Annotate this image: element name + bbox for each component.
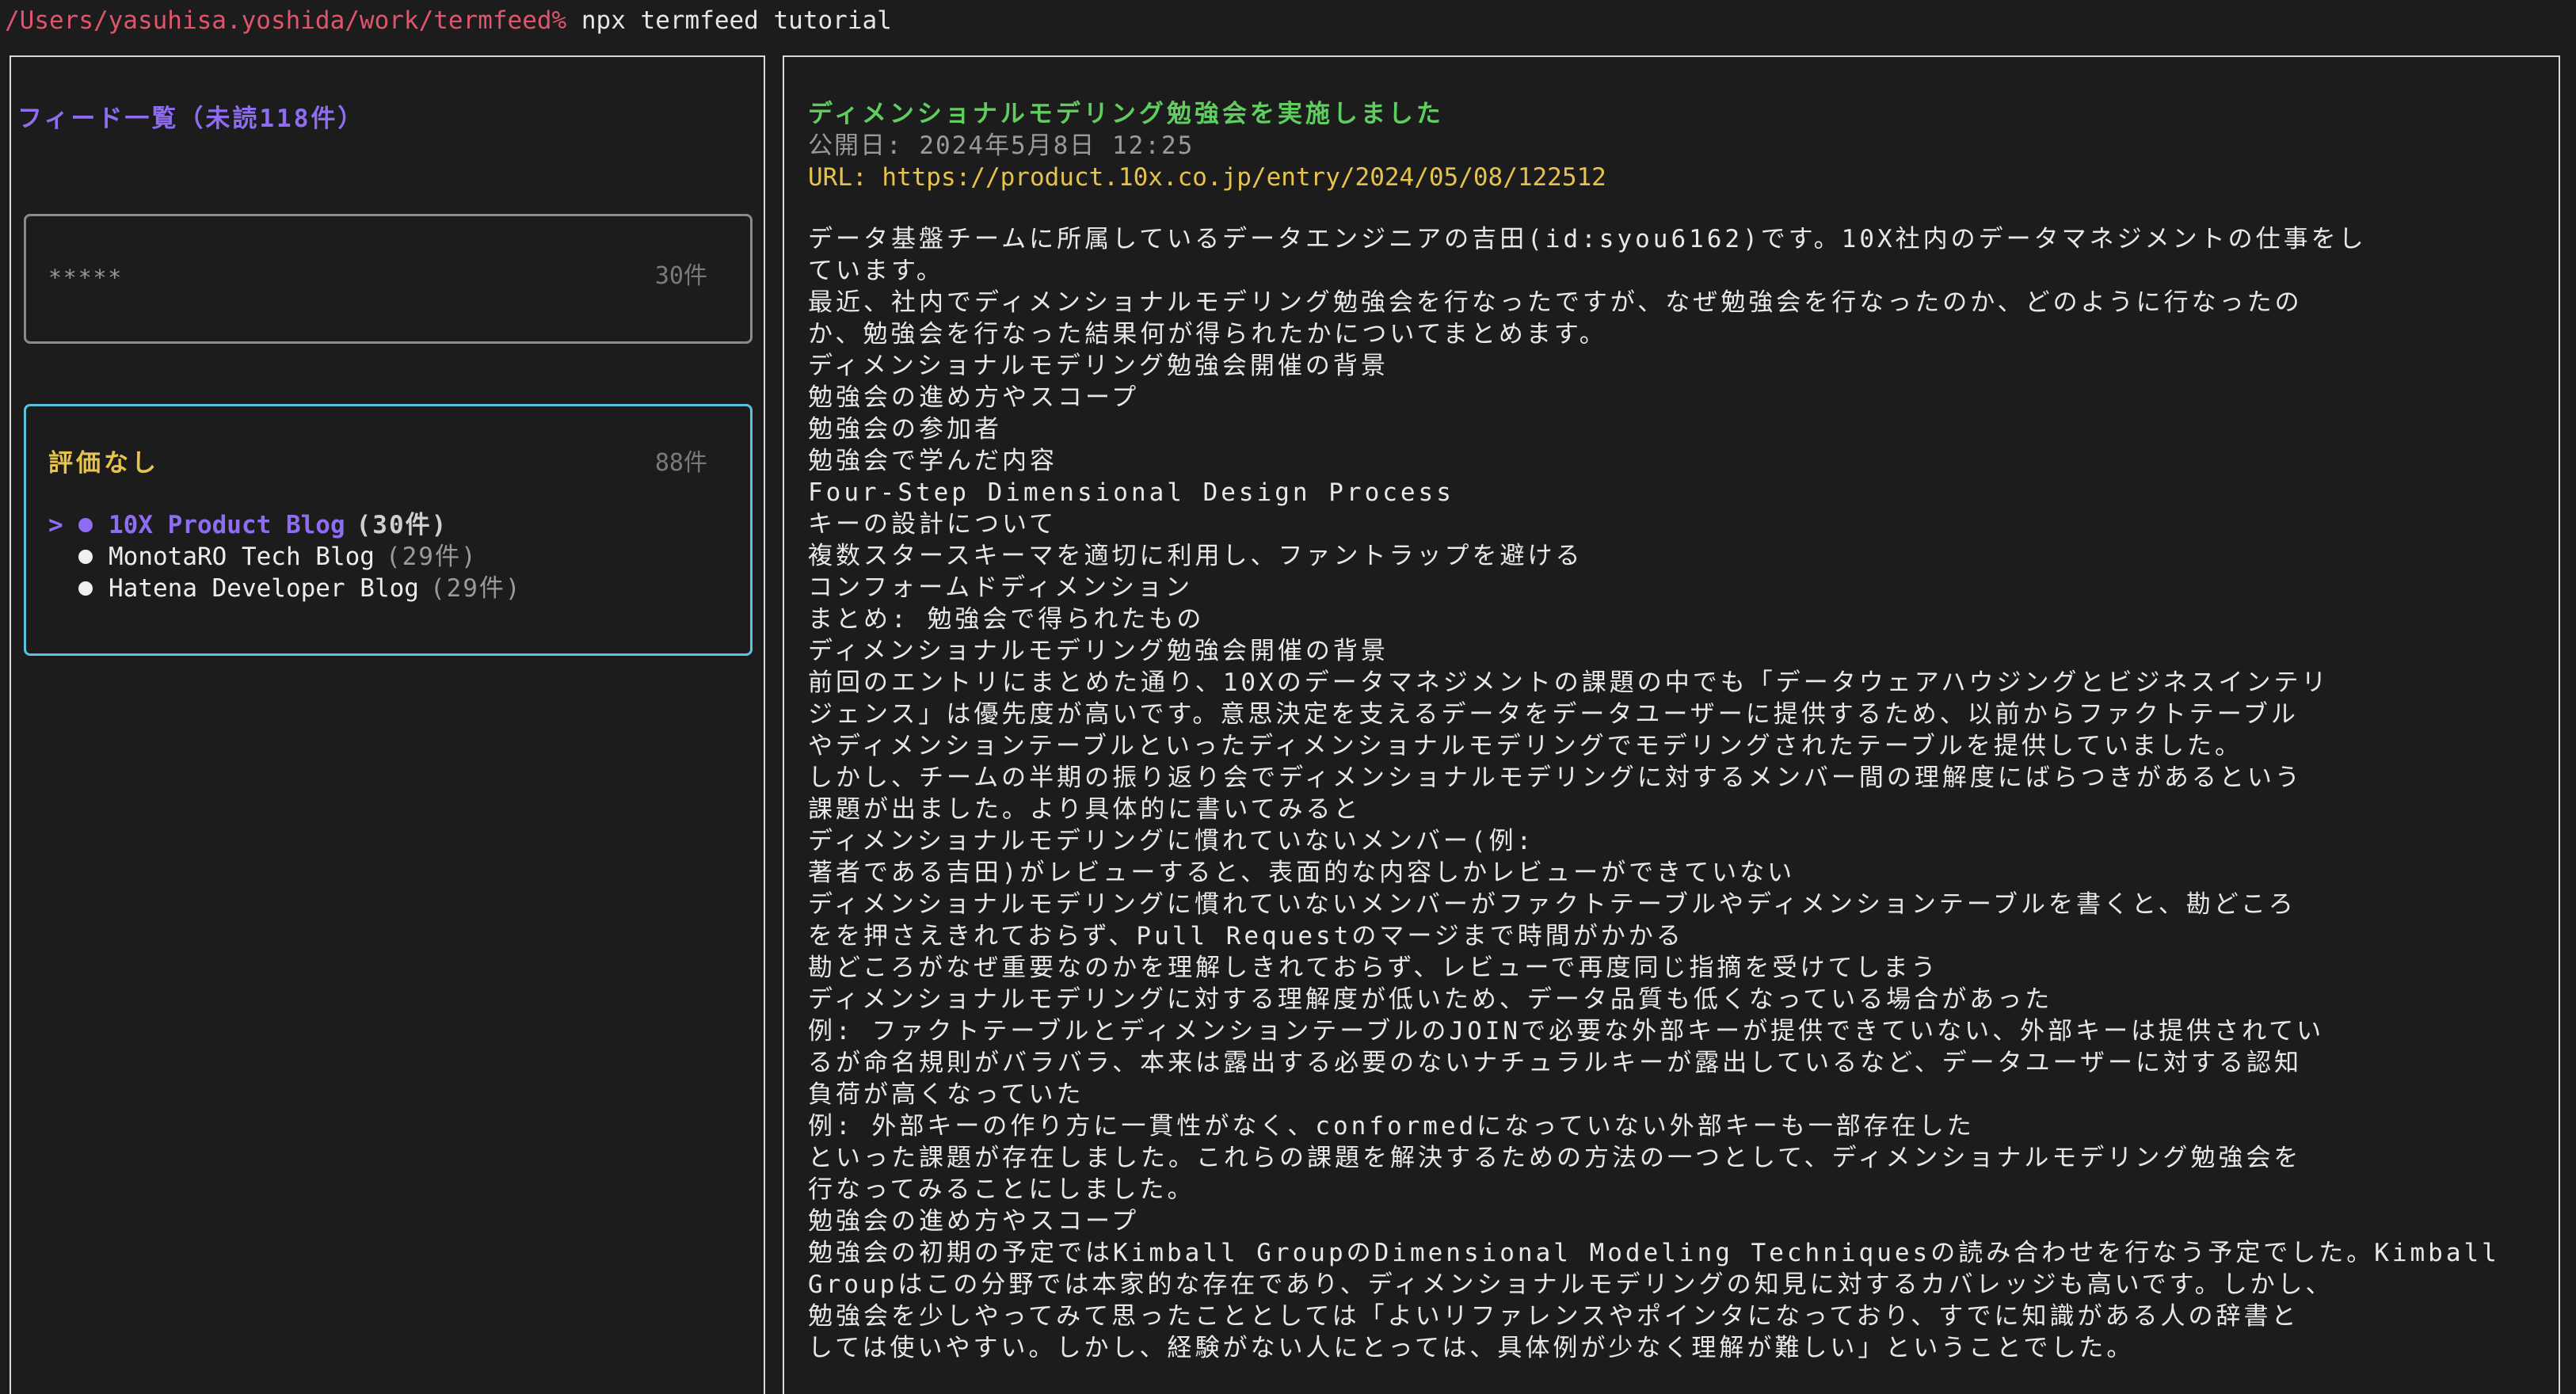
article-body-line: しては使いやすい。しかし、経験がない人にとっては、具体例が少なく理解が難しい」と… — [808, 1334, 2135, 1362]
prompt-path: /Users/yasuhisa.yoshida/work/termfeed% — [5, 6, 567, 35]
article-body-line: 勉強会の進め方やスコープ — [808, 383, 1140, 412]
feed-name: Hatena Developer Blog — [109, 574, 419, 603]
feed-list: > 10X Product Blog (30件) MonotaRO Tech B… — [48, 509, 522, 604]
article-body-line: 勘どころがなぜ重要なのかを理解しきれておらず、レビューで再度同じ指摘を受けてしま… — [808, 954, 1939, 982]
article-body-line: 最近、社内でディメンショナルモデリング勉強会を行なったですが、なぜ勉強会を行なっ… — [808, 288, 2303, 317]
article-body-line: ています。 — [808, 257, 944, 285]
article-body-line: 勉強会で学んだ内容 — [808, 447, 1057, 475]
article-url[interactable]: URL: https://product.10x.co.jp/entry/202… — [808, 162, 2536, 193]
feed-item-10x-product-blog[interactable]: > 10X Product Blog (30件) — [48, 509, 522, 541]
rating-group-unrated[interactable]: 評価なし 88件 > 10X Product Blog (30件) Monota… — [24, 404, 753, 656]
article-body-line: ディメンショナルモデリング勉強会開催の背景 — [808, 352, 1389, 380]
bullet-icon — [78, 581, 93, 596]
article-body-line: 課題が出ました。より具体的に書いてみると — [808, 795, 1362, 824]
article-body-line: 勉強会の参加者 — [808, 415, 1002, 444]
article-body-line: ディメンショナルモデリングに対する理解度が低いため、データ品質も低くなっている場… — [808, 985, 2053, 1014]
article-body-line: をを押さえきれておらず、Pull Requestのマージまで時間がかかる — [808, 922, 1684, 950]
article-body-line: 著者である吉田)がレビューすると、表面的な内容しかレビューができていない — [808, 859, 1796, 887]
article-body-line: るが命名規則がバラバラ、本来は露出する必要のないナチュラルキーが露出しているなど… — [808, 1049, 2302, 1077]
article-body-line: ジェンス」は優先度が高いです。意思決定を支えるデータをデータユーザーに提供するた… — [808, 700, 2299, 729]
article-body-line: ディメンショナルモデリングに慣れていないメンバーがファクトテーブルやディメンショ… — [808, 890, 2296, 919]
feed-item-hatena-developer-blog[interactable]: Hatena Developer Blog (29件) — [48, 573, 522, 604]
article-body-line: 勉強会の初期の予定ではKimball GroupのDimensional Mod… — [808, 1239, 2500, 1267]
article-body-line: Four-Step Dimensional Design Process — [808, 478, 1454, 507]
feed-list-title: フィード一覧（未読118件） — [17, 105, 365, 133]
group-count: 88件 — [654, 449, 707, 477]
article-body-line: 勉強会の進め方やスコープ — [808, 1207, 1140, 1236]
article-body-line: 例: ファクトテーブルとディメンションテーブルのJOINで必要な外部キーが提供で… — [808, 1017, 2325, 1046]
group-label: ***** — [48, 265, 124, 291]
feed-list-pane: フィード一覧（未読118件） ***** 30件 評価なし 88件 > 10X … — [10, 55, 765, 1394]
prompt-command: npx termfeed tutorial — [566, 6, 892, 35]
article-body-line: ディメンショナルモデリングに慣れていないメンバー(例: — [808, 827, 1535, 855]
feed-unread-count: (30件) — [356, 511, 448, 539]
feed-name: 10X Product Blog — [109, 511, 345, 539]
feed-name: MonotaRO Tech Blog — [109, 543, 375, 571]
article-body-line: Groupはこの分野では本家的な存在であり、ディメンショナルモデリングの知見に対… — [808, 1270, 2334, 1299]
article-body-line: キーの設計について — [808, 510, 1057, 539]
article-body-line: 負荷が高くなっていた — [808, 1080, 1084, 1109]
bullet-icon — [78, 550, 93, 564]
article-body-line: 行なってみることにしました。 — [808, 1175, 1195, 1204]
article-body-line: 例: 外部キーの作り方に一貫性がなく、conformedになっていない外部キーも… — [808, 1112, 1975, 1141]
article-body-line: しかし、チームの半期の振り返り会でディメンショナルモデリングに対するメンバー間の… — [808, 764, 2303, 792]
article-title: ディメンショナルモデリング勉強会を実施しました — [808, 100, 1444, 128]
article-published-date: 公開日: 2024年5月8日 12:25 — [808, 131, 1195, 160]
feed-unread-count: (29件) — [385, 543, 478, 571]
article-content: ディメンショナルモデリング勉強会を実施しました 公開日: 2024年5月8日 1… — [808, 98, 2536, 1364]
group-label: 評価なし — [48, 449, 159, 478]
article-body-line: まとめ: 勉強会で得られたもの — [808, 605, 1205, 634]
rating-group-five-stars[interactable]: ***** 30件 — [24, 214, 753, 344]
article-body-line: 複数スタースキーマを適切に利用し、ファントラップを避ける — [808, 542, 1583, 570]
feed-item-monotaro-tech-blog[interactable]: MonotaRO Tech Blog (29件) — [48, 541, 522, 573]
selection-cursor-icon: > — [48, 511, 63, 539]
article-body-line: ディメンショナルモデリング勉強会開催の背景 — [808, 637, 1389, 665]
article-body-line: やディメンションテーブルといったディメンショナルモデリングでモデリングされたテー… — [808, 732, 2243, 760]
article-body-line: 勉強会を少しやってみて思ったこととしては「よいリファレンスやポインタになっており… — [808, 1302, 2300, 1331]
article-body-line: データ基盤チームに所属しているデータエンジニアの吉田(id:syou6162)で… — [808, 225, 2367, 253]
article-body-line: か、勉強会を行なった結果何が得られたかについてまとめます。 — [808, 320, 1607, 348]
article-body: データ基盤チームに所属しているデータエンジニアの吉田(id:syou6162)で… — [808, 223, 2536, 1364]
feed-unread-count: (29件) — [429, 574, 522, 603]
article-body-line: コンフォームドディメンション — [808, 573, 1193, 602]
terminal-prompt: /Users/yasuhisa.yoshida/work/termfeed% n… — [0, 5, 892, 36]
article-body-line: といった課題が存在しました。これらの課題を解決するための方法の一つとして、ディメ… — [808, 1144, 2302, 1172]
group-count: 30件 — [654, 262, 707, 290]
bullet-icon — [78, 518, 93, 532]
article-body-line: 前回のエントリにまとめた通り、10Xのデータマネジメントの課題の中でも「データウ… — [808, 668, 2330, 697]
